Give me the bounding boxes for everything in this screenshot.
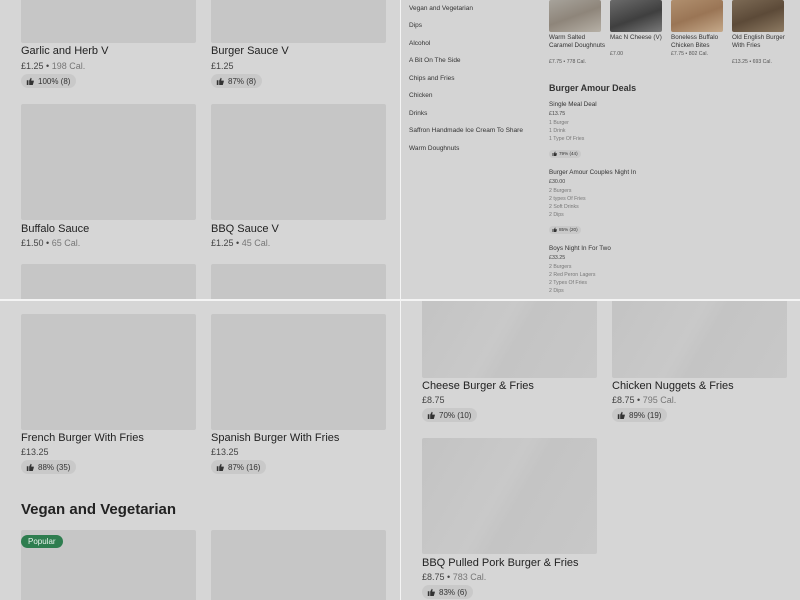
panel-bottom-left: French Burger With Fries £13.25 88% (35)… [0, 301, 400, 600]
deal-line: 2 Burgers [549, 264, 572, 270]
menu-item-alcohol[interactable]: Alcohol [409, 40, 430, 47]
featured-name[interactable]: Warm Salted Caramel Doughnuts [549, 34, 605, 50]
item-image[interactable] [21, 314, 196, 430]
item-title[interactable]: BBQ Sauce V [211, 223, 279, 235]
featured-price: £7.75 • 778 Cal. [549, 59, 587, 65]
item-title[interactable]: Spanish Burger With Fries [211, 432, 339, 444]
deal-line: 1 Type Of Fries [549, 136, 585, 142]
deal-line: 2 types Of Fries [549, 196, 586, 202]
item-image[interactable] [211, 530, 386, 600]
panel-top-right: Vegan and Vegetarian Dips Alcohol A Bit … [401, 0, 800, 299]
featured-image-doughnuts[interactable] [549, 0, 601, 32]
panel-top-left: Garlic and Herb V £1.25 • 198 Cal. 100% … [0, 0, 400, 299]
item-title[interactable]: French Burger With Fries [21, 432, 144, 444]
thumbs-up-icon [216, 77, 224, 85]
menu-item-ice-cream[interactable]: Saffron Handmade Ice Cream To Share [409, 127, 523, 134]
item-price: £1.50 • 65 Cal. [21, 238, 81, 248]
rating-pill: 89% (19) [612, 408, 668, 422]
item-price: £8.75 • 795 Cal. [612, 395, 677, 405]
item-price: £1.25 • 198 Cal. [21, 61, 86, 71]
item-title[interactable]: Chicken Nuggets & Fries [612, 380, 734, 392]
deal-price: £30.00 [549, 179, 566, 185]
item-title[interactable]: Buffalo Sauce [21, 223, 89, 235]
horizontal-divider [0, 299, 800, 301]
menu-item-doughnuts[interactable]: Warm Doughnuts [409, 145, 459, 152]
rating-pill: 88% (35) [21, 460, 77, 474]
rating-pill: 83% (6) [422, 585, 474, 599]
featured-image-chicken-bites[interactable] [671, 0, 723, 32]
deal-line: 2 Burgers [549, 188, 572, 194]
panel-bottom-right: Cheese Burger & Fries £8.75 70% (10) Chi… [401, 301, 800, 600]
item-price: £1.25 • 45 Cal. [211, 238, 271, 248]
item-price: £13.25 [211, 447, 239, 457]
thumbs-up-icon [26, 77, 34, 85]
featured-name[interactable]: Old English Burger With Fries [732, 34, 788, 50]
deal-name: Single Meal Deal [549, 101, 597, 108]
rating-pill: 85% (20) [549, 225, 581, 234]
deal-line: 2 Dips [549, 212, 564, 218]
thumbs-up-icon [216, 463, 224, 471]
featured-image-old-english-burger[interactable] [732, 0, 784, 32]
thumbs-up-icon [26, 463, 34, 471]
deal-name: Boys Night In For Two [549, 245, 611, 252]
item-image[interactable] [211, 0, 386, 43]
thumbs-up-icon [427, 588, 435, 596]
deal-line: 2 Soft Drinks [549, 204, 579, 210]
deals-section-title: Burger Amour Deals [549, 83, 637, 93]
item-image[interactable] [211, 104, 386, 220]
item-price: £13.25 [21, 447, 49, 457]
deal-price: £13.75 [549, 111, 566, 117]
deal-line: 1 Burger [549, 120, 569, 126]
item-image[interactable] [21, 104, 196, 220]
rating-pill: 79% (44) [549, 149, 581, 158]
deal-line: 2 Red Peron Lagers [549, 272, 596, 278]
deal-price: £33.25 [549, 255, 566, 261]
item-price: £8.75 [422, 395, 445, 405]
featured-name[interactable]: Boneless Buffalo Chicken Bites [671, 34, 727, 50]
deal-line: 1 Drink [549, 128, 566, 134]
item-title[interactable]: BBQ Pulled Pork Burger & Fries [422, 557, 579, 569]
deal-card[interactable]: Burger Amour Couples Night In £30.00 2 B… [549, 169, 636, 237]
featured-price: £7.75 • 802 Cal. [671, 51, 709, 57]
thumbs-up-icon [552, 151, 557, 156]
thumbs-up-icon [427, 411, 435, 419]
section-title-vegan: Vegan and Vegetarian [21, 501, 177, 518]
featured-image-mac-cheese[interactable] [610, 0, 662, 32]
menu-item-dips[interactable]: Dips [409, 22, 422, 29]
rating-pill: 87% (16) [211, 460, 267, 474]
item-image[interactable] [21, 0, 196, 43]
item-image[interactable] [422, 438, 597, 554]
menu-item-vegan[interactable]: Vegan and Vegetarian [409, 5, 473, 12]
item-image[interactable] [422, 301, 597, 378]
featured-price: £7.00 [610, 51, 623, 57]
menu-item-chicken[interactable]: Chicken [409, 92, 432, 99]
rating-pill: 70% (10) [422, 408, 478, 422]
featured-price: £13.25 • 693 Cal. [732, 59, 772, 65]
deal-line: 2 Types Of Fries [549, 280, 587, 286]
item-image[interactable] [211, 264, 386, 299]
item-image[interactable] [21, 264, 196, 299]
item-title[interactable]: Burger Sauce V [211, 45, 289, 57]
deal-name: Burger Amour Couples Night In [549, 169, 637, 176]
featured-name[interactable]: Mac N Cheese (V) [610, 34, 666, 42]
item-price: £1.25 [211, 61, 234, 71]
popular-badge: Popular [21, 535, 63, 548]
item-title[interactable]: Cheese Burger & Fries [422, 380, 534, 392]
item-image[interactable] [211, 314, 386, 430]
menu-item-chips[interactable]: Chips and Fries [409, 75, 455, 82]
thumbs-up-icon [552, 227, 557, 232]
item-title[interactable]: Garlic and Herb V [21, 45, 108, 57]
thumbs-up-icon [617, 411, 625, 419]
deal-line: 2 Dips [549, 288, 564, 294]
item-price: £8.75 • 783 Cal. [422, 572, 487, 582]
rating-pill: 100% (8) [21, 74, 77, 88]
deal-card[interactable]: Single Meal Deal £13.75 1 Burger 1 Drink… [549, 101, 597, 161]
rating-pill: 87% (8) [211, 74, 263, 88]
menu-item-side[interactable]: A Bit On The Side [409, 57, 461, 64]
deal-card[interactable]: Boys Night In For Two £33.25 2 Burgers 2… [549, 245, 611, 295]
item-image[interactable] [612, 301, 787, 378]
menu-item-drinks[interactable]: Drinks [409, 110, 427, 117]
